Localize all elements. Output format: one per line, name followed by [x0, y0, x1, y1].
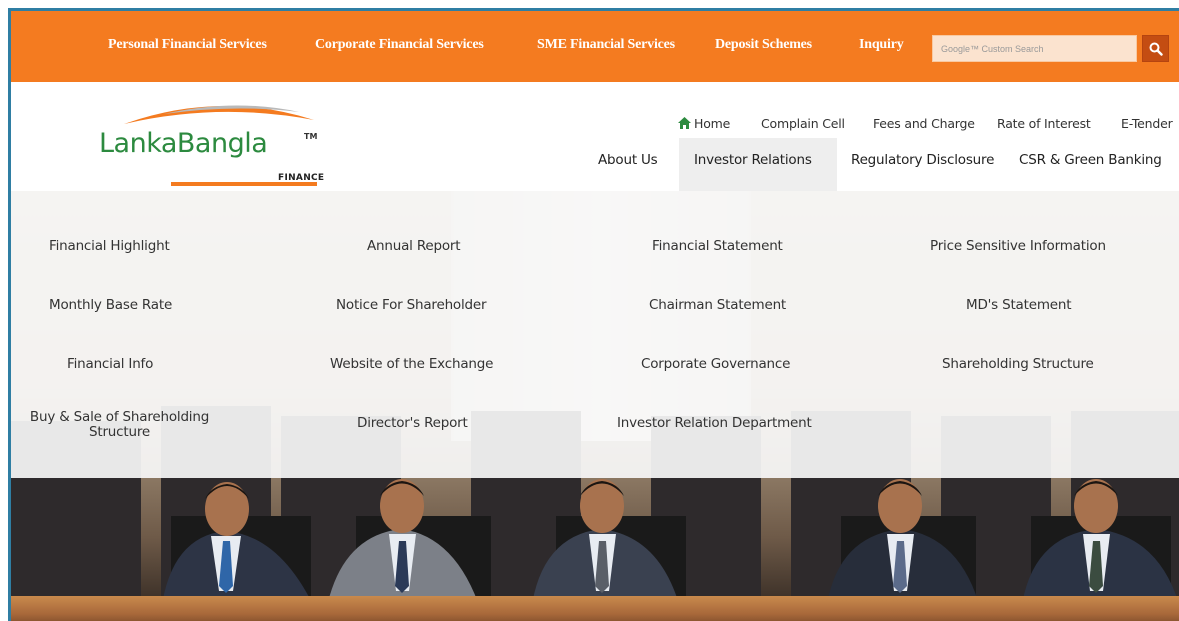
nav-sme-financial-services[interactable]: SME Financial Services — [537, 37, 675, 53]
investor-relations-dropdown: Financial Highlight Annual Report Financ… — [11, 191, 1179, 478]
util-nav-home-label: Home — [694, 116, 731, 131]
nav-inquiry[interactable]: Inquiry — [859, 37, 904, 53]
util-nav-rate-of-interest[interactable]: Rate of Interest — [997, 116, 1091, 131]
util-nav-fees-and-charge[interactable]: Fees and Charge — [873, 116, 975, 131]
search-input[interactable] — [933, 36, 1136, 61]
main-nav-investor-relations[interactable]: Investor Relations — [694, 152, 812, 168]
home-icon — [678, 117, 691, 129]
search-icon — [1149, 42, 1163, 56]
dd-directors-report[interactable]: Director's Report — [357, 416, 468, 431]
logo-trademark: TM — [304, 132, 318, 141]
dd-website-of-the-exchange[interactable]: Website of the Exchange — [330, 357, 493, 372]
main-nav-about-us[interactable]: About Us — [598, 152, 658, 168]
dd-buy-sale-shareholding-structure[interactable]: Buy & Sale of Shareholding Structure — [11, 410, 232, 440]
dd-corporate-governance[interactable]: Corporate Governance — [641, 357, 790, 372]
search-box — [932, 35, 1137, 62]
util-nav-home[interactable]: Home — [678, 116, 730, 131]
nav-corporate-financial-services[interactable]: Corporate Financial Services — [315, 37, 484, 53]
main-nav-csr-green-banking[interactable]: CSR & Green Banking — [1019, 152, 1162, 168]
dd-financial-highlight[interactable]: Financial Highlight — [49, 239, 170, 254]
top-service-bar: Personal Financial Services Corporate Fi… — [11, 11, 1179, 82]
nav-deposit-schemes[interactable]: Deposit Schemes — [715, 37, 812, 53]
conference-table — [11, 596, 1179, 621]
browser-window: Personal Financial Services Corporate Fi… — [8, 8, 1179, 621]
logo-swoosh-icon — [124, 105, 314, 124]
dd-price-sensitive-information[interactable]: Price Sensitive Information — [930, 239, 1106, 254]
lankabangla-logo[interactable]: LankaBangla TM FINANCE — [99, 98, 339, 193]
dd-financial-statement[interactable]: Financial Statement — [652, 239, 783, 254]
main-nav-regulatory-disclosure[interactable]: Regulatory Disclosure — [851, 152, 994, 168]
dd-md-statement[interactable]: MD's Statement — [966, 298, 1072, 313]
dd-shareholding-structure[interactable]: Shareholding Structure — [942, 357, 1094, 372]
nav-personal-financial-services[interactable]: Personal Financial Services — [108, 37, 267, 53]
dd-notice-for-shareholder[interactable]: Notice For Shareholder — [336, 298, 487, 313]
logo-underline-accent — [171, 182, 317, 186]
search-button[interactable] — [1142, 35, 1169, 62]
dd-financial-info[interactable]: Financial Info — [67, 357, 153, 372]
util-nav-e-tender[interactable]: E-Tender — [1121, 116, 1173, 131]
dd-annual-report[interactable]: Annual Report — [367, 239, 461, 254]
dd-investor-relation-department[interactable]: Investor Relation Department — [617, 416, 812, 431]
logo-wordmark: LankaBangla — [99, 128, 268, 159]
site-header: LankaBangla TM FINANCE Home Complain Cel… — [11, 82, 1179, 191]
dd-monthly-base-rate[interactable]: Monthly Base Rate — [49, 298, 172, 313]
dd-chairman-statement[interactable]: Chairman Statement — [649, 298, 786, 313]
util-nav-complain-cell[interactable]: Complain Cell — [761, 116, 845, 131]
